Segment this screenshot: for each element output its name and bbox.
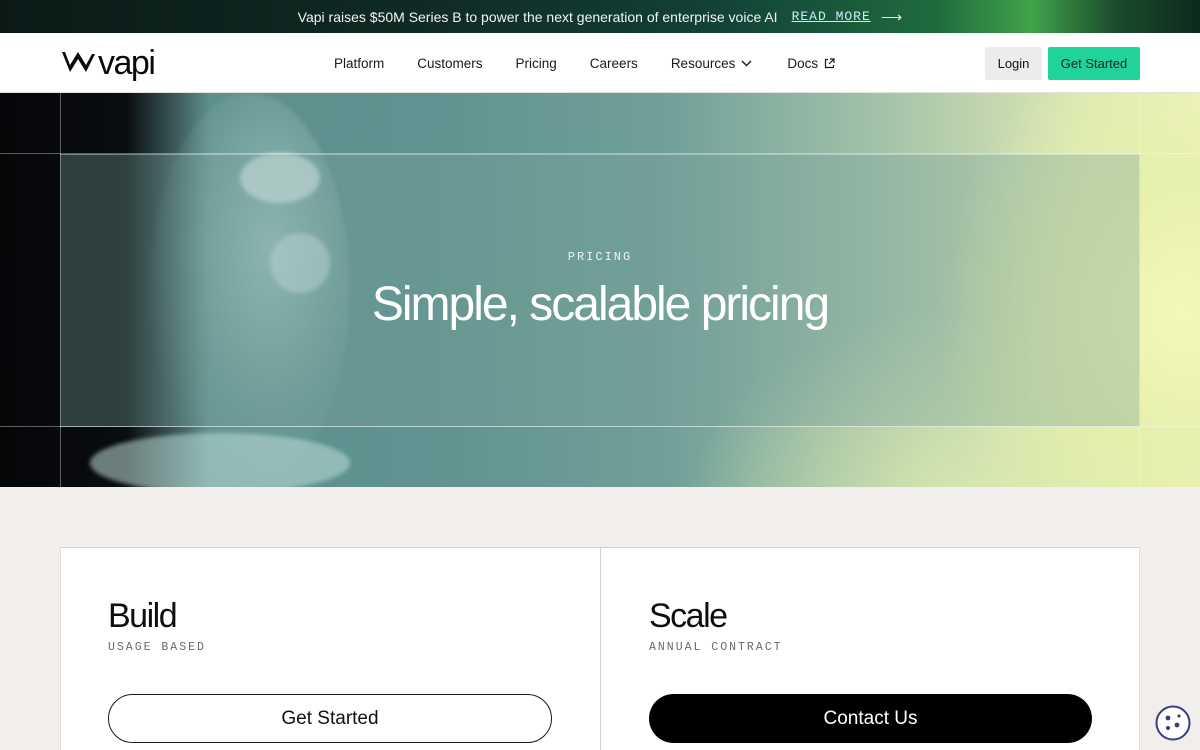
announcement-bar: Vapi raises $50M Series B to power the n… xyxy=(0,0,1200,33)
grid-line xyxy=(0,426,1200,427)
nav-item-docs[interactable]: Docs xyxy=(787,56,835,71)
main-menu: Platform Customers Pricing Careers Resou… xyxy=(334,33,835,93)
nav-item-customers[interactable]: Customers xyxy=(417,56,482,71)
grid-line xyxy=(0,153,1200,154)
page-title: Simple, scalable pricing xyxy=(371,278,830,331)
announcement-text: Vapi raises $50M Series B to power the n… xyxy=(297,8,778,25)
cookie-icon xyxy=(1155,705,1191,741)
nav-item-label: Resources xyxy=(670,55,736,71)
cookie-settings-button[interactable] xyxy=(1155,705,1191,741)
nav-item-label: Careers xyxy=(589,55,638,71)
read-more-link[interactable]: READ MORE xyxy=(792,9,871,24)
nav-item-pricing[interactable]: Pricing xyxy=(516,56,557,71)
arrow-right-icon: ⟶ xyxy=(880,8,903,26)
build-get-started-button[interactable]: Get Started xyxy=(108,694,552,743)
nav-item-label: Pricing xyxy=(515,55,557,71)
hero-eyebrow: PRICING xyxy=(567,250,633,264)
contact-us-button[interactable]: Contact Us xyxy=(649,694,1092,743)
nav-item-careers[interactable]: Careers xyxy=(590,56,638,71)
external-link-icon xyxy=(825,57,835,68)
nav-item-label: Platform xyxy=(334,55,385,71)
top-navigation: vapi Platform Customers Pricing Careers … xyxy=(0,33,1200,93)
hero-texture xyxy=(90,433,350,487)
nav-item-resources[interactable]: Resources xyxy=(671,56,753,71)
nav-item-label: Customers xyxy=(417,55,483,71)
vapi-logo-mark-icon xyxy=(62,52,95,72)
card-divider xyxy=(600,547,601,750)
nav-item-label: Docs xyxy=(787,55,819,71)
nav-item-platform[interactable]: Platform xyxy=(334,56,384,71)
hero-banner: PRICING Simple, scalable pricing xyxy=(0,93,1200,487)
chevron-down-icon xyxy=(741,60,752,66)
login-button[interactable]: Login xyxy=(985,47,1042,80)
get-started-button[interactable]: Get Started xyxy=(1048,47,1140,80)
plan-name-scale: Scale xyxy=(649,597,728,635)
logo-wordmark: vapi xyxy=(98,44,156,82)
plan-name-build: Build xyxy=(108,597,178,635)
vapi-logo[interactable]: vapi xyxy=(62,44,156,82)
plan-subtitle-build: USAGE BASED xyxy=(108,641,206,654)
plan-subtitle-scale: ANNUAL CONTRACT xyxy=(649,641,783,654)
